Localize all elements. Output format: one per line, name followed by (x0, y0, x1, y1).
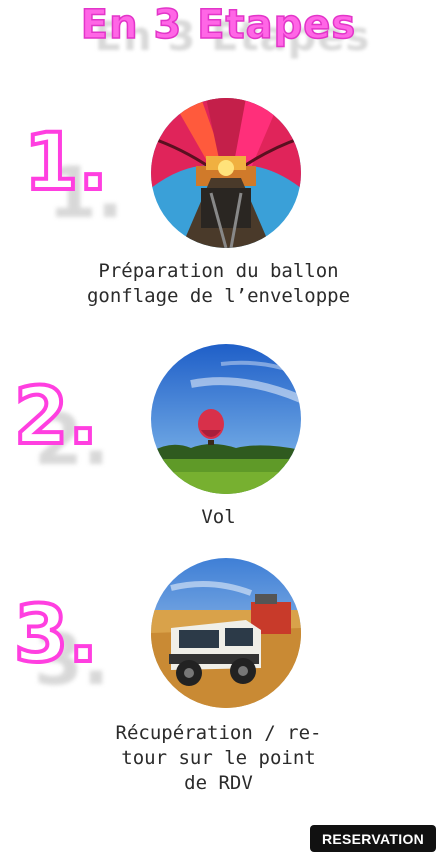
page-title: En 3 Etapes (80, 1, 357, 49)
caption-line: tour sur le point (121, 747, 316, 769)
caption-line: Préparation du ballon (98, 260, 339, 282)
step-caption: Préparation du ballon gonflage de l’enve… (0, 259, 437, 309)
step-caption: Vol (0, 505, 437, 530)
step-number: 3. (12, 590, 100, 680)
step-number: 2. (12, 372, 100, 462)
step-number: 1. (22, 118, 110, 208)
caption-line: de RDV (184, 772, 253, 794)
balloon-flight-photo (151, 344, 301, 494)
reservation-button[interactable]: RESERVATION (310, 825, 436, 852)
land-rover-recovery-photo (151, 558, 301, 708)
step-caption: Récupération / re- tour sur le point de … (0, 721, 437, 796)
caption-line: gonflage de l’enveloppe (86, 285, 351, 307)
balloon-inflation-photo (151, 98, 301, 248)
caption-line: Récupération / re- (115, 722, 322, 744)
page-header: En 3 Etapes En 3 Etapes (0, 0, 437, 70)
caption-line: Vol (201, 506, 236, 528)
